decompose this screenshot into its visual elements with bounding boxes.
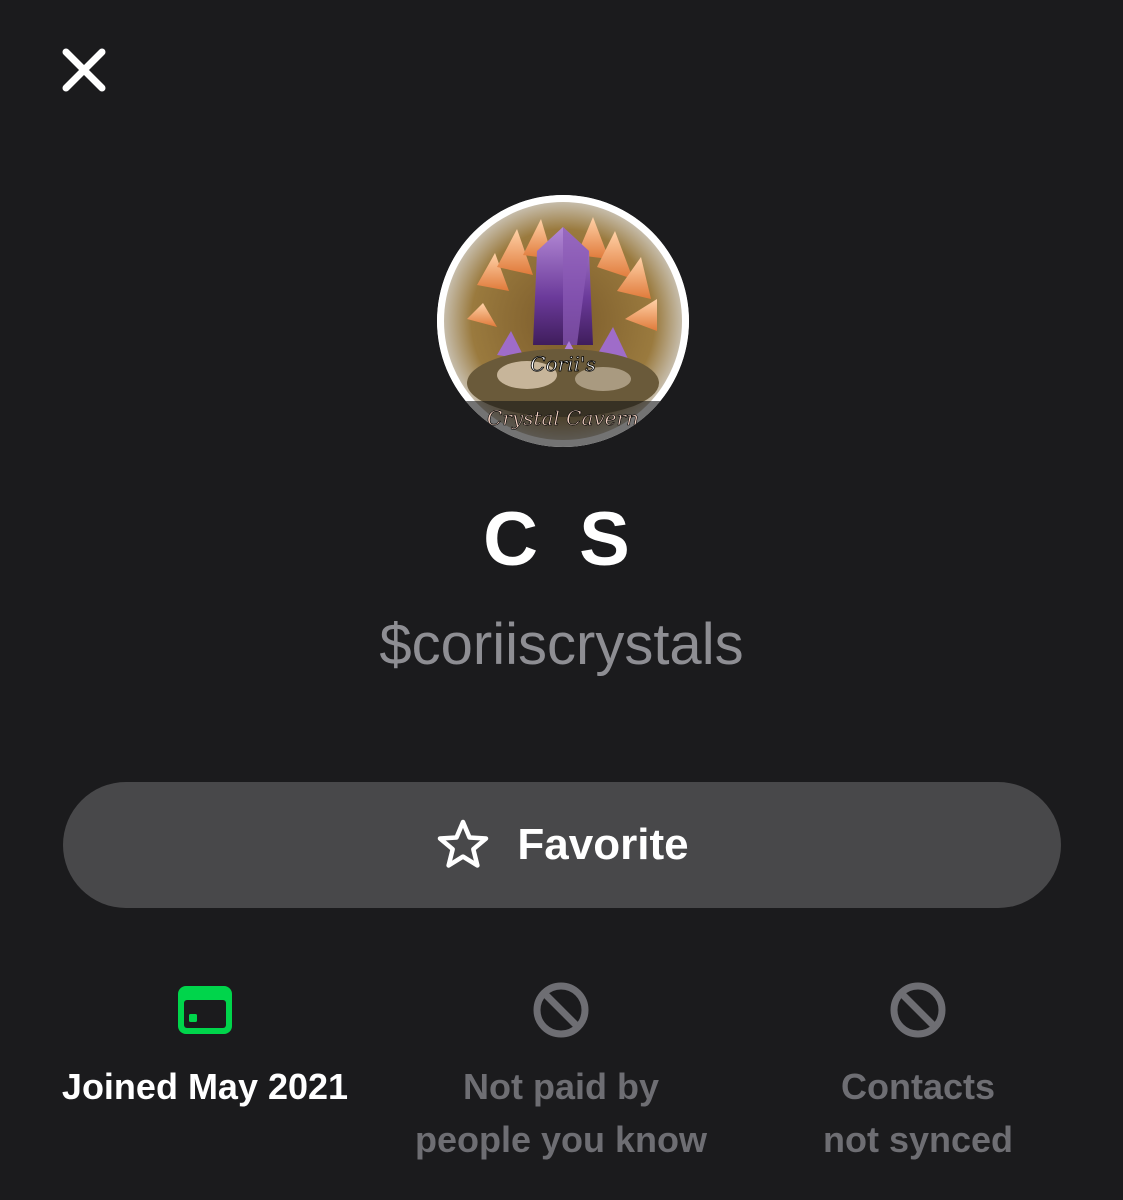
info-joined: Joined May 2021	[35, 980, 375, 1113]
profile-screen: Corii's Crystal Cavern C S $coriiscrysta…	[0, 0, 1123, 1200]
favorite-label: Favorite	[517, 820, 689, 869]
svg-text:Corii's: Corii's	[530, 352, 595, 376]
crystal-avatar-image: Corii's Crystal Cavern	[437, 195, 689, 447]
close-button[interactable]	[52, 38, 116, 102]
not-paid-line1: Not paid by	[463, 1066, 659, 1107]
info-contacts: Contacts not synced	[748, 980, 1088, 1166]
cashtag: $coriiscrystals	[379, 612, 744, 677]
not-paid-line2: people you know	[414, 1119, 708, 1160]
star-outline-icon	[438, 819, 489, 868]
info-not-paid: Not paid by people you know	[391, 980, 731, 1166]
blocked-icon	[533, 982, 589, 1038]
contacts-line1: Contacts	[840, 1066, 996, 1107]
svg-text:Crystal Cavern: Crystal Cavern	[487, 406, 639, 430]
close-icon	[62, 48, 106, 92]
not-paid-text: Not paid by people you know	[391, 1060, 731, 1166]
calendar-icon	[178, 986, 232, 1034]
contacts-line2: not synced	[822, 1119, 1014, 1160]
display-name: C S	[483, 497, 640, 582]
joined-text: Joined May 2021	[61, 1066, 349, 1107]
blocked-icon	[890, 982, 946, 1038]
avatar: Corii's Crystal Cavern	[437, 195, 689, 447]
contacts-text: Contacts not synced	[748, 1060, 1088, 1166]
favorite-button[interactable]: Favorite	[63, 782, 1061, 908]
